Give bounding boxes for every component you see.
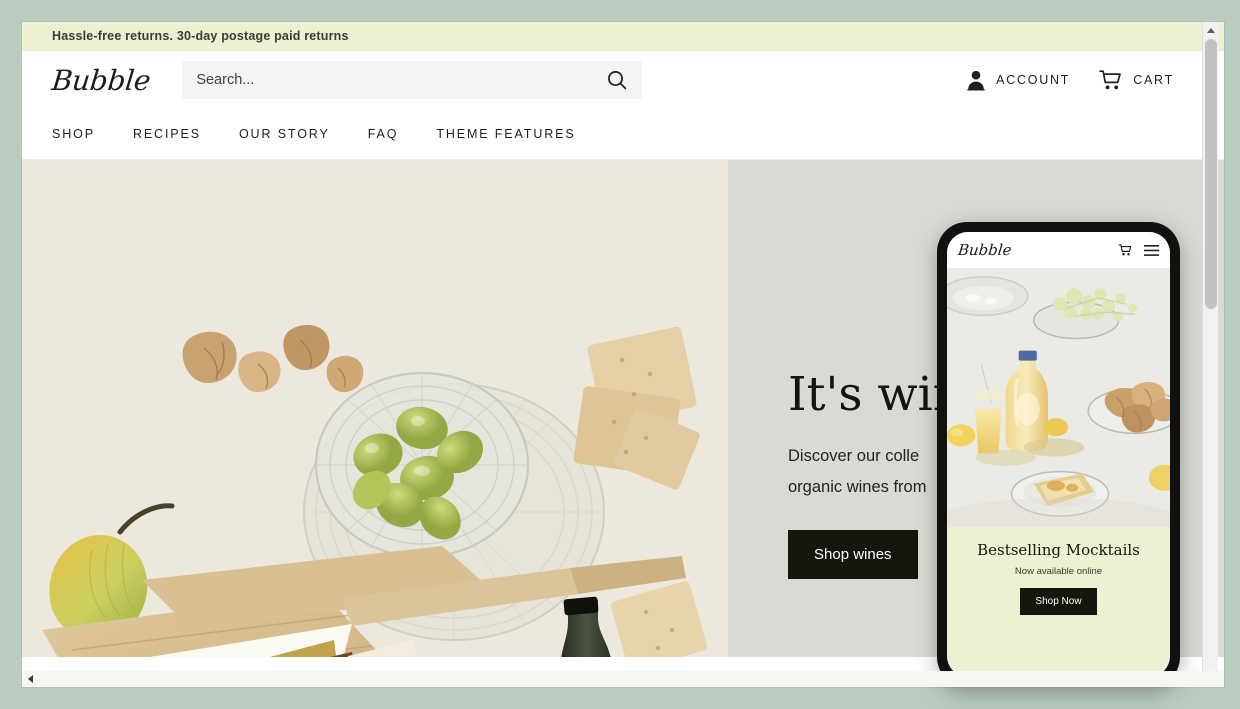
phone-header: Bubble <box>947 232 1170 269</box>
site-logo[interactable]: Bubble <box>50 64 152 97</box>
phone-promo-subtitle: Now available online <box>1014 566 1103 577</box>
hamburger-menu-icon[interactable] <box>1144 244 1159 257</box>
nav-item-our-story[interactable]: OUR STORY <box>239 127 330 141</box>
vertical-scrollbar[interactable] <box>1202 22 1218 687</box>
vertical-scrollbar-thumb[interactable] <box>1205 39 1217 309</box>
nav-item-faq[interactable]: FAQ <box>368 127 399 141</box>
cart-label: CART <box>1133 73 1174 87</box>
phone-promo-title: Bestselling Mocktails <box>977 541 1140 559</box>
nav-item-recipes[interactable]: RECIPES <box>133 127 201 141</box>
hero-subtitle-line-1: Discover our colle <box>788 447 920 466</box>
scroll-left-arrow[interactable] <box>22 671 39 687</box>
cart-icon[interactable] <box>1118 243 1133 257</box>
account-link[interactable]: ACCOUNT <box>965 68 1070 92</box>
scroll-up-arrow[interactable] <box>1203 22 1218 39</box>
search-bar <box>182 61 643 99</box>
site-header: Bubble ACCOUNT <box>22 51 1224 109</box>
search-submit-button[interactable] <box>600 61 634 99</box>
search-icon <box>608 71 627 90</box>
hero-image-illustration <box>22 160 728 657</box>
announcement-bar: Hassle-free returns. 30-day postage paid… <box>22 22 1224 51</box>
header-actions: ACCOUNT CART <box>965 68 1194 92</box>
phone-promo: Bestselling Mocktails Now available onli… <box>947 527 1170 677</box>
announcement-text: Hassle-free returns. 30-day postage paid… <box>52 29 349 43</box>
nav-item-shop[interactable]: SHOP <box>52 127 95 141</box>
main-navigation: SHOP RECIPES OUR STORY FAQ THEME FEATURE… <box>22 109 1224 160</box>
phone-shop-now-button[interactable]: Shop Now <box>1020 588 1097 615</box>
nav-item-theme-features[interactable]: THEME FEATURES <box>436 127 575 141</box>
person-icon <box>967 70 985 91</box>
cart-icon <box>1099 70 1122 90</box>
horizontal-scrollbar[interactable] <box>22 671 1224 687</box>
phone-logo[interactable]: Bubble <box>957 241 1012 259</box>
phone-hero-image <box>947 269 1170 527</box>
search-input[interactable] <box>182 61 643 99</box>
hero-image <box>22 160 728 657</box>
phone-mockup: Bubble Bestselling Mocktails Now availab… <box>937 222 1180 687</box>
cart-link[interactable]: CART <box>1098 68 1174 92</box>
phone-screen: Bubble Bestselling Mocktails Now availab… <box>947 232 1170 677</box>
account-label: ACCOUNT <box>996 73 1071 87</box>
phone-image-illustration <box>947 269 1170 527</box>
phone-header-actions <box>1118 243 1159 257</box>
shop-wines-button[interactable]: Shop wines <box>788 530 918 580</box>
hero-subtitle-line-2: organic wines from <box>788 477 927 496</box>
